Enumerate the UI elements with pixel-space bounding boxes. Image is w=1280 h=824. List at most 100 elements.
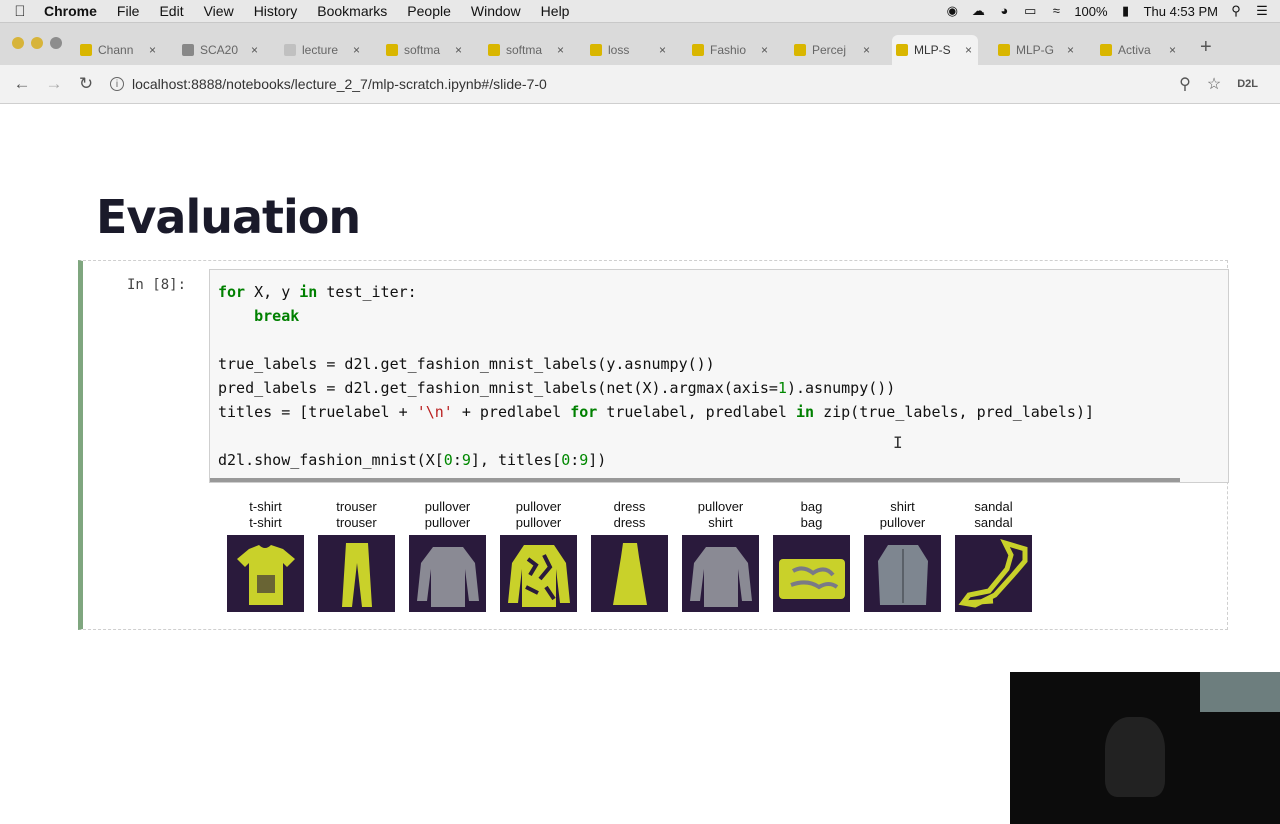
tab-3[interactable]: softma ×	[382, 35, 468, 65]
tab-5[interactable]: loss ×	[586, 35, 672, 65]
tab-close-icon[interactable]: ×	[965, 43, 972, 57]
menu-edit[interactable]: Edit	[149, 3, 193, 19]
prediction-item: pullover pullover	[500, 499, 577, 612]
window-controls	[0, 37, 76, 65]
horizontal-scrollbar[interactable]	[210, 478, 1180, 482]
airplay-icon[interactable]: ▭	[1022, 4, 1038, 18]
tab-9[interactable]: MLP-G ×	[994, 35, 1080, 65]
shirt-thumbnail	[227, 535, 304, 612]
bookmark-star-icon[interactable]: ☆	[1207, 74, 1221, 94]
true-label: t-shirt	[249, 499, 282, 514]
menu-file[interactable]: File	[107, 3, 150, 19]
prediction-item: sandal sandal	[955, 499, 1032, 612]
tab-close-icon[interactable]: ×	[455, 43, 462, 57]
tab-4[interactable]: softma ×	[484, 35, 570, 65]
forward-button[interactable]: →	[38, 74, 70, 94]
tab-close-icon[interactable]: ×	[251, 43, 258, 57]
true-label: pullover	[424, 499, 471, 514]
tab-favicon-icon	[1100, 44, 1112, 56]
tab-8[interactable]: MLP-S ×	[892, 35, 978, 65]
predicted-label: sandal	[974, 515, 1013, 530]
site-info-icon[interactable]: i	[110, 77, 124, 91]
wifi-icon[interactable]: ≈	[1048, 4, 1064, 18]
notebook-slide: Evaluation In [8]: for X, y in test_iter…	[0, 104, 1280, 824]
minimize-window-button[interactable]	[31, 37, 43, 49]
tab-close-icon[interactable]: ×	[761, 43, 768, 57]
back-button[interactable]: ←	[6, 74, 38, 94]
menu-app-name[interactable]: Chrome	[40, 3, 107, 19]
dress-thumbnail	[591, 535, 668, 612]
predicted-label: bag	[800, 515, 823, 530]
webcam-person	[1105, 717, 1165, 797]
true-label: shirt	[890, 499, 915, 514]
tab-favicon-icon	[488, 44, 500, 56]
browser-tab-strip: Chann × SCA20 × lecture × softma × softma × loss × F…	[0, 23, 1280, 65]
macos-menubar:  Chrome File Edit View History Bookmark…	[0, 0, 1280, 23]
predicted-label: shirt	[708, 515, 733, 530]
bag-thumbnail	[773, 535, 850, 612]
tab-2[interactable]: lecture ×	[280, 35, 366, 65]
menu-view[interactable]: View	[194, 3, 244, 19]
fashion-mnist-output: t-shirt t-shirt trouser trouser pullover pull…	[227, 499, 1032, 612]
tab-close-icon[interactable]: ×	[353, 43, 360, 57]
tab-1[interactable]: SCA20 ×	[178, 35, 264, 65]
prediction-item: t-shirt t-shirt	[227, 499, 304, 612]
notification-center-icon[interactable]: ☰	[1254, 4, 1270, 18]
status-app-icon[interactable]: ◉	[944, 4, 960, 18]
tab-favicon-icon	[80, 44, 92, 56]
reload-button[interactable]: ↻	[70, 74, 102, 94]
predicted-label: t-shirt	[249, 515, 282, 530]
true-label: bag	[800, 499, 823, 514]
address-bar[interactable]: i localhost:8888/notebooks/lecture_2_7/m…	[110, 76, 1179, 92]
d2l-extension-button[interactable]: D2L	[1237, 78, 1258, 90]
menu-history[interactable]: History	[244, 3, 308, 19]
tab-favicon-icon	[386, 44, 398, 56]
new-tab-button[interactable]: +	[1198, 36, 1222, 65]
tab-favicon-icon	[998, 44, 1010, 56]
tab-close-icon[interactable]: ×	[149, 43, 156, 57]
tab-close-icon[interactable]: ×	[557, 43, 564, 57]
tab-favicon-icon	[896, 44, 908, 56]
apple-icon[interactable]: 	[0, 3, 40, 20]
predicted-label: pullover	[879, 515, 926, 530]
tab-close-icon[interactable]: ×	[863, 43, 870, 57]
tab-7[interactable]: Percej ×	[790, 35, 876, 65]
cell-prompt: In [8]:	[127, 277, 187, 293]
tab-0[interactable]: Chann ×	[76, 35, 162, 65]
battery-percent: 100%	[1074, 3, 1108, 19]
menu-people[interactable]: People	[397, 3, 461, 19]
zoom-window-button[interactable]	[50, 37, 62, 49]
code-editor[interactable]: for X, y in test_iter: break true_labels…	[209, 269, 1229, 483]
tab-close-icon[interactable]: ×	[1169, 43, 1176, 57]
webcam-background	[1200, 672, 1280, 712]
tab-favicon-icon	[182, 44, 194, 56]
tab-6[interactable]: Fashio ×	[688, 35, 774, 65]
true-label: pullover	[697, 499, 744, 514]
menu-window[interactable]: Window	[461, 3, 531, 19]
cloud-upload-icon[interactable]: ☁	[970, 4, 986, 18]
close-window-button[interactable]	[12, 37, 24, 49]
trouser-thumbnail	[318, 535, 395, 612]
zoom-icon[interactable]: ⚲	[1179, 74, 1191, 94]
prediction-item: pullover shirt	[682, 499, 759, 612]
menu-help[interactable]: Help	[531, 3, 580, 19]
url-text[interactable]: localhost:8888/notebooks/lecture_2_7/mlp…	[132, 76, 547, 92]
prediction-item: bag bag	[773, 499, 850, 612]
tab-10[interactable]: Activa ×	[1096, 35, 1182, 65]
code-cell[interactable]: In [8]: for X, y in test_iter: break tru…	[78, 260, 1229, 630]
battery-icon[interactable]: ▮	[1118, 4, 1134, 18]
clock[interactable]: Thu 4:53 PM	[1144, 4, 1218, 19]
spotlight-search-icon[interactable]: ⚲	[1228, 4, 1244, 18]
globe-icon[interactable]: ◕	[996, 4, 1012, 18]
menu-bookmarks[interactable]: Bookmarks	[307, 3, 397, 19]
shirt-dark-thumbnail	[864, 535, 941, 612]
prediction-item: shirt pullover	[864, 499, 941, 612]
pullover-pattern-thumbnail	[500, 535, 577, 612]
true-label: trouser	[336, 499, 377, 514]
slide-title: Evaluation	[96, 190, 361, 244]
tab-favicon-icon	[794, 44, 806, 56]
code-text[interactable]: for X, y in test_iter: break true_labels…	[210, 270, 1228, 482]
predicted-label: dress	[613, 515, 646, 530]
tab-close-icon[interactable]: ×	[1067, 43, 1074, 57]
tab-close-icon[interactable]: ×	[659, 43, 666, 57]
